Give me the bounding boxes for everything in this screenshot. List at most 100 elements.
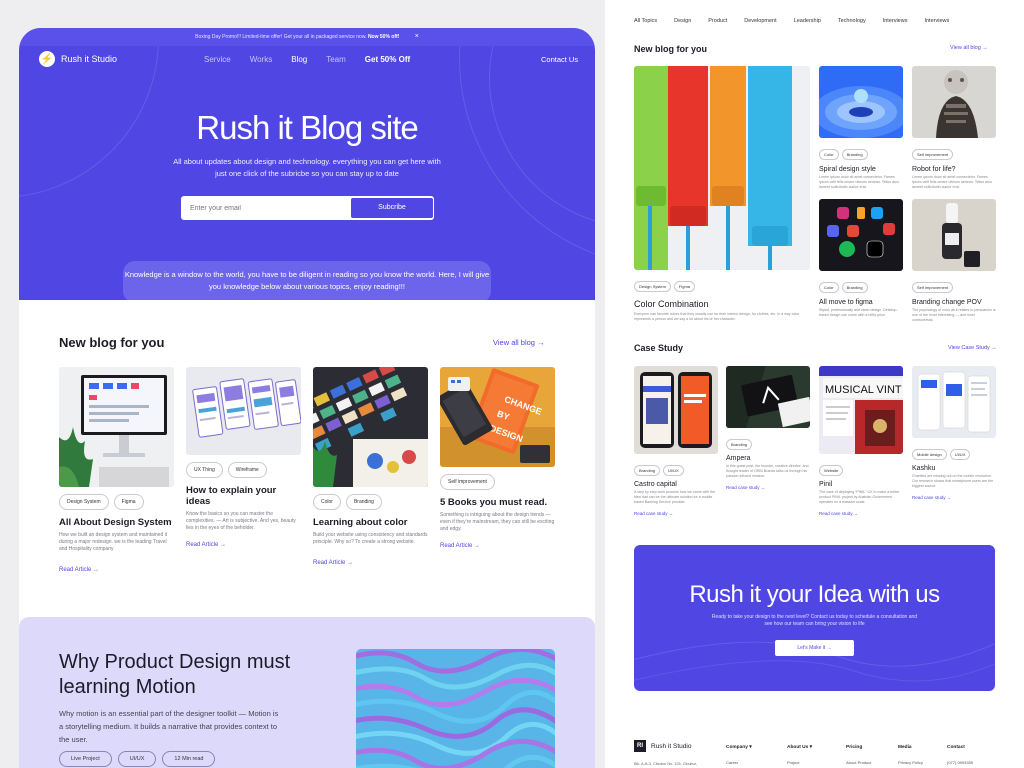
tab-interviews[interactable]: Interviews — [924, 18, 949, 24]
tab-leadership[interactable]: Leadership — [794, 18, 821, 24]
offer-link[interactable]: Get 50% Off — [365, 55, 410, 64]
card-title[interactable]: All About Design System — [59, 517, 174, 528]
abstract-wave-image — [356, 649, 555, 768]
tag-chip[interactable]: Wireframe — [227, 462, 267, 478]
card-title[interactable]: Color Combination — [634, 299, 810, 309]
tag-chip[interactable]: Branding — [841, 282, 868, 293]
case-card[interactable]: Mobile design UI/UX Kashku Charities are … — [912, 366, 996, 500]
phone-mockup-image — [634, 366, 718, 454]
nav-item-service[interactable]: Service — [204, 55, 231, 64]
blog-card[interactable]: Color Branding Learning about color Buil… — [313, 367, 428, 566]
card-title[interactable]: Pinil — [819, 481, 903, 488]
read-case-study-link[interactable]: Read case study → — [634, 511, 718, 516]
tag-chip[interactable]: Mobile design — [912, 449, 947, 460]
read-article-link[interactable]: Read Article → — [186, 542, 301, 548]
nav-item-works[interactable]: Works — [250, 55, 273, 64]
tag-chip[interactable]: Color — [819, 149, 839, 160]
read-case-study-link[interactable]: Read case study → — [912, 495, 996, 500]
tag-chip[interactable]: Live Project — [59, 751, 112, 767]
tab-design[interactable]: Design — [674, 18, 691, 24]
footer-logo[interactable]: RI Rush it Studio — [634, 740, 691, 752]
arrow-right-icon: → — [220, 542, 227, 548]
card-title[interactable]: Spiral design style — [819, 166, 903, 173]
tag-chip[interactable]: 12 Min read — [162, 751, 216, 767]
tag-chip[interactable]: UI/UX — [949, 449, 971, 460]
tag-chip[interactable]: Self improvement — [440, 474, 495, 490]
blog-card[interactable]: UX Thing Wireframe How to explain your i… — [186, 367, 301, 548]
card-title[interactable]: Castro capital — [634, 481, 718, 488]
read-article-link[interactable]: Read Article → — [313, 560, 428, 566]
blog-card[interactable]: Self improvement Branding change POV The… — [912, 199, 996, 323]
footer-link[interactable]: About Product — [846, 760, 871, 765]
tab-technology[interactable]: Technology — [838, 18, 866, 24]
lets-make-it-button[interactable]: Let's Make it → — [775, 640, 854, 656]
case-card[interactable]: Branding Ampera In this guest post, the … — [726, 366, 810, 490]
card-description: The psychology of color as it relates to… — [912, 308, 996, 322]
footer-link[interactable]: Project — [787, 760, 799, 765]
footer-col-company[interactable]: Company ▾ — [726, 745, 752, 750]
read-article-link[interactable]: Read Article → — [440, 543, 555, 549]
tag-chip[interactable]: Branding — [634, 465, 661, 476]
tag-chip[interactable]: Color — [819, 282, 839, 293]
footer-link[interactable]: Career — [726, 760, 738, 765]
contact-link[interactable]: Contact Us — [541, 55, 578, 64]
card-title[interactable]: Ampera — [726, 455, 810, 462]
footer-col-contact[interactable]: Contact — [947, 745, 965, 750]
tab-all-topics[interactable]: All Topics — [634, 18, 657, 24]
nav-item-team[interactable]: Team — [326, 55, 346, 64]
blog-card[interactable]: CHANGE BY DESIGN Self improvement 5 Book… — [440, 367, 555, 549]
tab-development[interactable]: Development — [744, 18, 776, 24]
case-card[interactable]: Branding UI/UX Castro capital A step by s… — [634, 366, 718, 516]
footer-link[interactable]: Privacy Policy — [898, 760, 923, 765]
footer-col-pricing[interactable]: Pricing — [846, 745, 862, 750]
footer-col-about[interactable]: About Us ▾ — [787, 745, 812, 750]
tag-chip[interactable]: Branding — [345, 494, 382, 510]
tab-product[interactable]: Product — [708, 18, 727, 24]
blog-card[interactable]: Color Branding Spiral design style Lorem … — [819, 66, 903, 190]
tag-chip[interactable]: Self improvement — [912, 149, 954, 160]
tag-chip[interactable]: Figma — [113, 494, 144, 510]
cta-banner: Rush it your Idea with us Ready to take … — [634, 545, 995, 691]
blog-card[interactable]: Design System Figma All About Design Sys… — [59, 367, 174, 573]
read-article-link[interactable]: Read Article → — [59, 567, 174, 573]
tag-chip[interactable]: UX Thing — [186, 462, 223, 478]
promo-highlight: Now 50% off! — [367, 34, 400, 40]
lightning-icon: ⚡ — [39, 51, 55, 67]
blog-card-featured[interactable]: Design System Figma Color Combination Eve… — [634, 66, 810, 322]
blog-card[interactable]: Self improvement Robot for life? Lorem i… — [912, 66, 996, 190]
tag-chip[interactable]: UI/UX — [117, 751, 157, 767]
card-title[interactable]: How to explain your ideas — [186, 485, 301, 507]
email-field[interactable] — [190, 197, 350, 219]
card-title[interactable]: 5 Books you must read. — [440, 497, 555, 508]
brand-logo[interactable]: ⚡ Rush it Studio — [39, 51, 117, 67]
feature-title[interactable]: Why Product Design must learning Motion — [59, 650, 319, 700]
view-case-study-link[interactable]: View Case Study → — [948, 345, 997, 351]
card-title[interactable]: Robot for life? — [912, 166, 996, 173]
card-title[interactable]: Branding change POV — [912, 299, 996, 306]
close-icon[interactable]: × — [415, 33, 419, 40]
card-title[interactable]: All move to figma — [819, 299, 903, 306]
nav-item-blog[interactable]: Blog — [291, 55, 307, 64]
tag-chip[interactable]: Design System — [59, 494, 109, 510]
view-all-blog-link[interactable]: View all blog → — [493, 338, 545, 347]
tag-chip[interactable]: Branding — [726, 439, 753, 450]
tag-chip[interactable]: Branding — [841, 149, 868, 160]
tag-chip[interactable]: Color — [313, 494, 341, 510]
tab-interviews[interactable]: Interviews — [883, 18, 908, 24]
blog-card[interactable]: Color Branding All move to figma Styled, … — [819, 199, 903, 318]
workspace-image — [59, 367, 174, 487]
tag-chip[interactable]: Website — [819, 465, 844, 476]
read-case-study-link[interactable]: Read case study → — [819, 511, 903, 516]
case-card[interactable]: MUSICAL VINT Website Pinil The case of d… — [819, 366, 903, 516]
view-all-blog-link[interactable]: View all blog → — [950, 45, 988, 51]
tag-chip[interactable]: UI/UX — [663, 465, 684, 476]
card-title[interactable]: Kashku — [912, 465, 996, 472]
tag-chip[interactable]: Self improvement — [912, 282, 954, 293]
read-case-study-link[interactable]: Read case study → — [726, 485, 810, 490]
footer-col-media[interactable]: Media — [898, 745, 912, 750]
card-title[interactable]: Learning about color — [313, 517, 428, 528]
subscribe-button[interactable]: Subcribe — [351, 198, 433, 218]
tag-chip[interactable]: Figma — [673, 281, 696, 292]
arrow-right-icon: → — [537, 338, 545, 347]
tag-chip[interactable]: Design System — [634, 281, 671, 292]
